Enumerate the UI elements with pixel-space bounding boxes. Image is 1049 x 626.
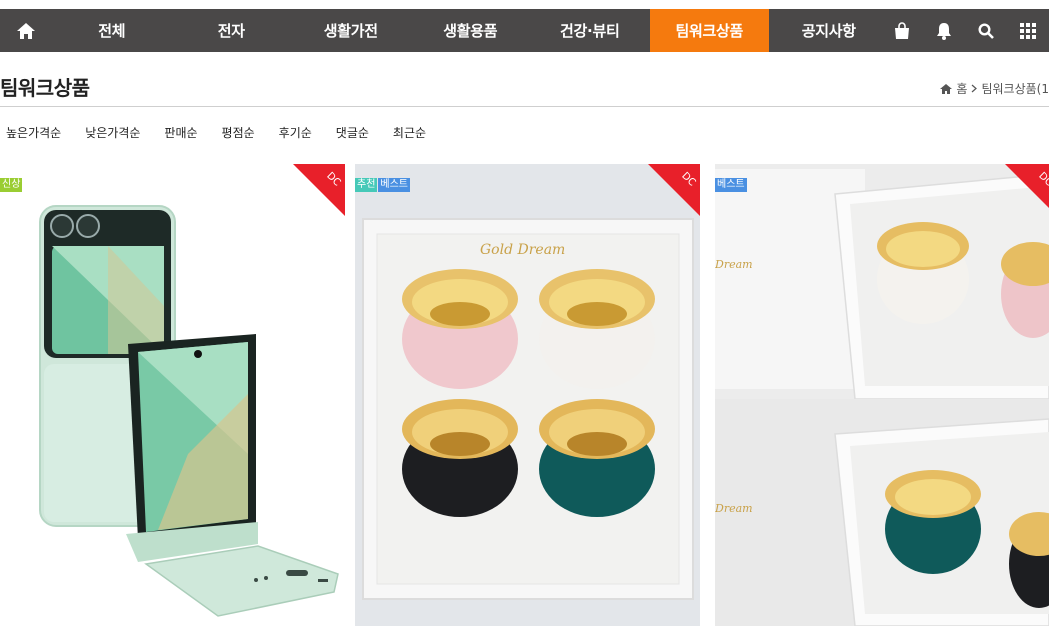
bowl-white (877, 222, 969, 324)
brand-text: Gold Dream (480, 242, 565, 258)
menu-grid-button[interactable] (1007, 9, 1049, 52)
search-icon (978, 22, 994, 39)
brand-text-partial: Dream (715, 502, 753, 515)
sort-options: 높은가격순 낮은가격순 판매순 평점순 후기순 댓글순 최근순 (6, 124, 426, 141)
sort-recent[interactable]: 최근순 (393, 124, 426, 141)
sort-rating[interactable]: 평점순 (222, 124, 255, 141)
home-icon (940, 83, 953, 94)
discount-ribbon (648, 164, 700, 216)
notification-button[interactable] (923, 9, 965, 52)
nav-item-household[interactable]: 생활용품 (411, 9, 531, 52)
bowl-pink (402, 269, 518, 389)
cart-button[interactable] (881, 9, 923, 52)
breadcrumb: 홈 팀워크상품(1 (940, 80, 1049, 97)
badge-best: 베스트 (378, 178, 411, 192)
product-badges: 베스트 (715, 178, 747, 192)
chevron-right-icon (972, 84, 978, 93)
shopping-bag-icon (895, 21, 909, 39)
home-button[interactable] (0, 9, 52, 52)
brand-text-partial: Dream (715, 258, 753, 271)
product-badges: 추천 베스트 (355, 178, 411, 192)
sort-comments[interactable]: 댓글순 (336, 124, 369, 141)
grid-icon (1020, 22, 1036, 39)
bowl-black (402, 399, 518, 517)
badge-recommended: 추천 (355, 178, 378, 192)
bell-icon (937, 22, 951, 40)
bowl-white (539, 269, 655, 389)
sort-reviews[interactable]: 후기순 (279, 124, 312, 141)
sort-price-high[interactable]: 높은가격순 (6, 124, 61, 141)
top-navigation: 전체 전자 생활가전 생활용품 건강·뷰티 팀워크상품 공지사항 (0, 9, 1049, 52)
product-card[interactable]: Dream Dream 베스트 DC (715, 164, 1049, 626)
nav-item-notice[interactable]: 공지사항 (769, 9, 889, 52)
nav-item-home-appliances[interactable]: 생활가전 (291, 9, 411, 52)
nav-item-health-beauty[interactable]: 건강·뷰티 (530, 9, 650, 52)
nav-tools (881, 9, 1049, 52)
product-image-foldable-phone[interactable] (0, 164, 345, 626)
nav-item-teamwork[interactable]: 팀워크상품 (649, 9, 769, 52)
badge-best: 베스트 (715, 178, 747, 192)
sort-price-low[interactable]: 낮은가격순 (85, 124, 140, 141)
search-button[interactable] (965, 9, 1007, 52)
product-image-bowl-set[interactable]: Gold Dream (355, 164, 700, 626)
bowl-teal (885, 470, 981, 574)
page-title: 팀워크상품 (0, 76, 90, 100)
sort-sales[interactable]: 판매순 (164, 124, 197, 141)
breadcrumb-current[interactable]: 팀워크상품(1 (981, 80, 1049, 97)
product-card[interactable]: 신상 DC (0, 164, 345, 626)
header-divider (0, 106, 1049, 107)
product-card[interactable]: Gold Dream 추천 베스트 DC (355, 164, 700, 626)
badge-new: 신상 (0, 178, 23, 192)
bowl-teal (539, 399, 655, 517)
product-badges: 신상 (0, 178, 23, 192)
nav-item-electronics[interactable]: 전자 (172, 9, 292, 52)
breadcrumb-home[interactable]: 홈 (956, 80, 967, 97)
product-image-bowl-gift-box[interactable]: Dream Dream (715, 164, 1049, 626)
nav-item-all[interactable]: 전체 (52, 9, 172, 52)
discount-ribbon (293, 164, 345, 216)
home-icon (17, 22, 35, 39)
